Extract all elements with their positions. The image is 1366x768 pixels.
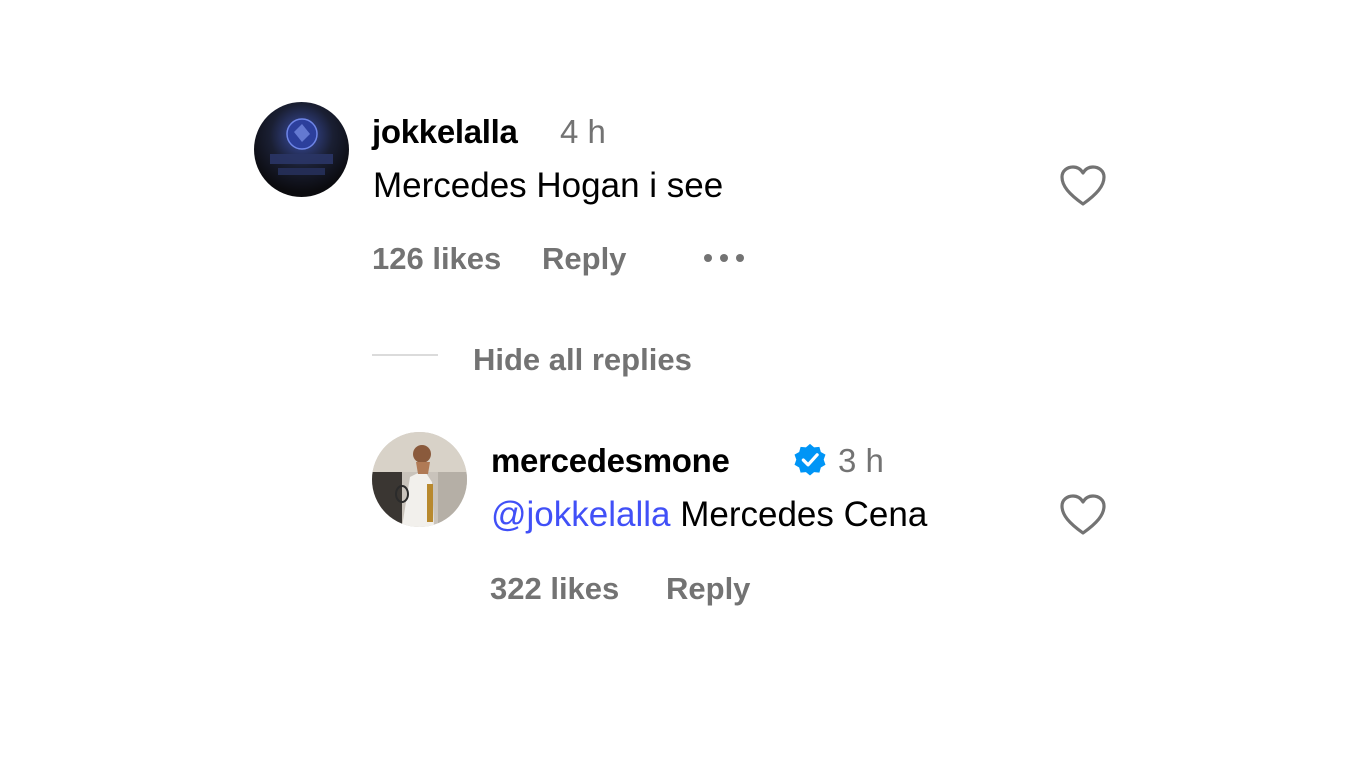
- commenter-avatar[interactable]: [254, 102, 349, 197]
- reply-text: @jokkelalla Mercedes Cena: [491, 494, 927, 536]
- commenter-avatar-image: [254, 102, 349, 197]
- comment-like-button[interactable]: [1059, 164, 1107, 208]
- mention-link[interactable]: @jokkelalla: [491, 495, 671, 534]
- replies-divider: [372, 354, 438, 356]
- reply-reply-button[interactable]: Reply: [666, 570, 750, 608]
- comments-thread: jokkelalla 4 h Mercedes Hogan i see 126 …: [0, 0, 1366, 768]
- reply-body: Mercedes Cena: [670, 495, 928, 534]
- comment-reply-button[interactable]: Reply: [542, 240, 626, 278]
- replier-username[interactable]: mercedesmone: [491, 441, 730, 481]
- reply-timestamp[interactable]: 3 h: [838, 441, 884, 481]
- commenter-username[interactable]: jokkelalla: [372, 112, 518, 152]
- heart-outline-icon: [1060, 494, 1106, 535]
- comment-text: Mercedes Hogan i see: [373, 166, 724, 205]
- reply-like-button[interactable]: [1059, 493, 1107, 537]
- heart-outline-icon: [1060, 165, 1106, 206]
- dot: [736, 254, 744, 262]
- comment-timestamp[interactable]: 4 h: [560, 112, 606, 152]
- more-options-icon[interactable]: [704, 253, 744, 263]
- replier-avatar-image: [372, 432, 467, 527]
- dot: [704, 254, 712, 262]
- replier-avatar[interactable]: [372, 432, 467, 527]
- hide-replies-button[interactable]: Hide all replies: [473, 341, 692, 379]
- dot: [720, 254, 728, 262]
- verified-badge-icon: [791, 442, 829, 480]
- reply-like-count[interactable]: 322 likes: [490, 570, 619, 608]
- comment-like-count[interactable]: 126 likes: [372, 240, 501, 278]
